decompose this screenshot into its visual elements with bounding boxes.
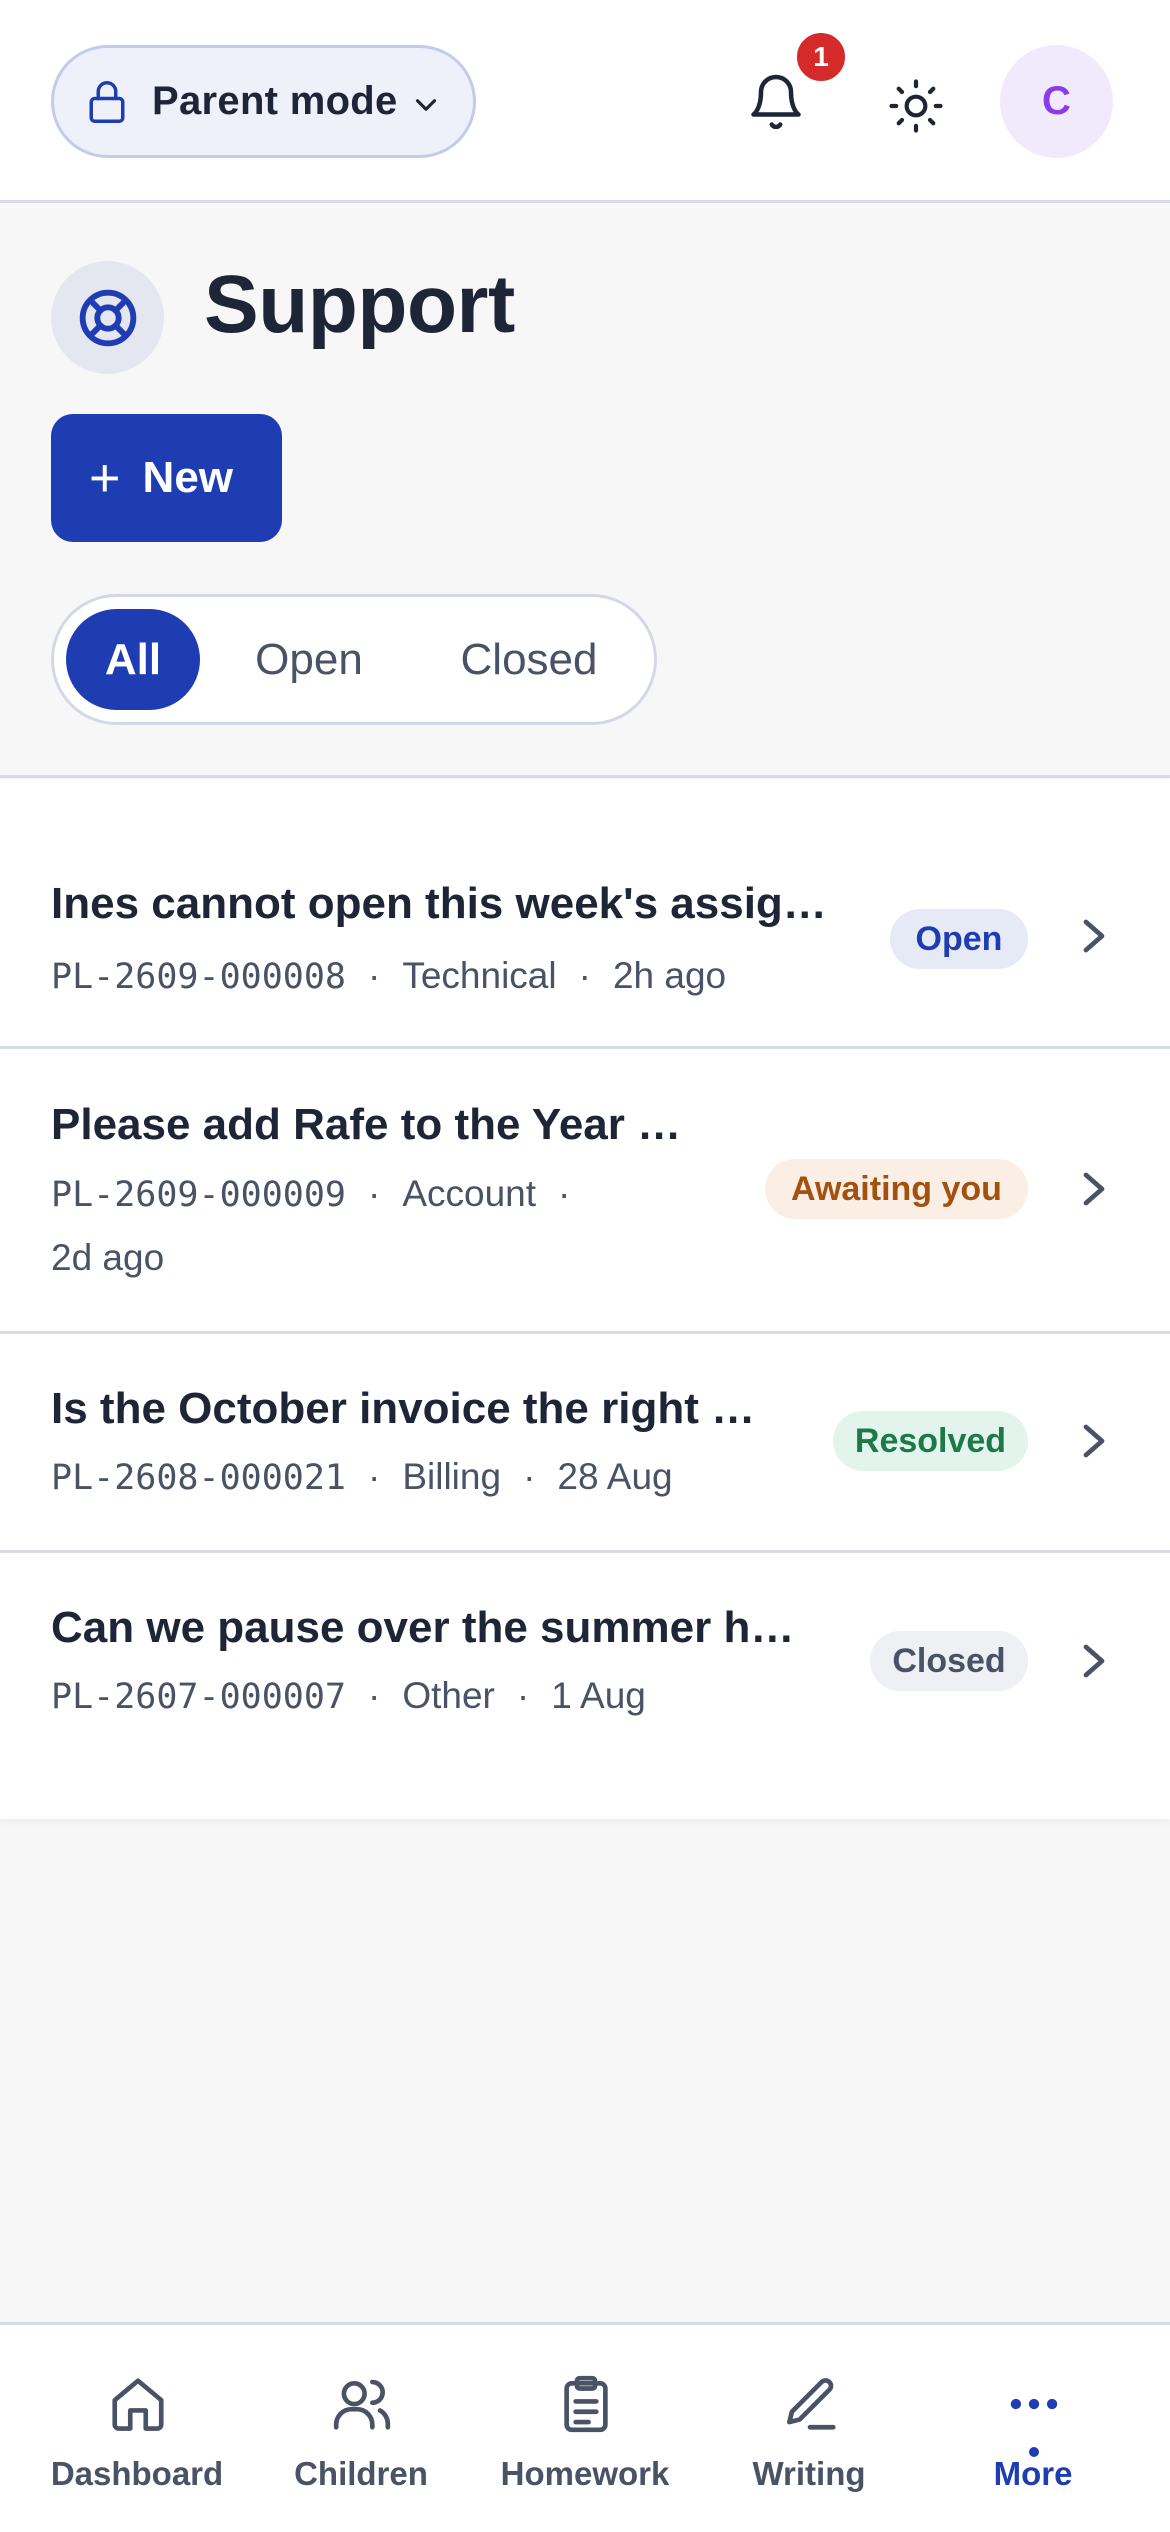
nav-children[interactable]: Children <box>261 2325 461 2532</box>
chevron-right-icon <box>1083 1172 1105 1206</box>
ticket-category: Technical <box>402 955 557 996</box>
home-icon <box>112 2378 164 2431</box>
ticket-title: Can we pause over the summer h… <box>51 1603 795 1652</box>
lock-icon <box>89 80 125 123</box>
ticket-meta: PL-2608-000021 · Billing · 28 Aug <box>51 1456 673 1498</box>
nav-writing-label: Writing <box>752 2455 866 2492</box>
users-icon <box>333 2379 391 2430</box>
nav-homework[interactable]: Homework <box>485 2325 685 2532</box>
ticket-category: Other <box>402 1675 495 1716</box>
ticket-title: Please add Rafe to the Year … <box>51 1100 682 1149</box>
ticket-time: 2h ago <box>612 955 727 996</box>
pen-icon <box>787 2378 836 2430</box>
nav-dashboard[interactable]: Dashboard <box>37 2325 237 2532</box>
nav-more-label: More <box>993 2455 1073 2492</box>
chevron-right-icon <box>1083 919 1105 953</box>
notification-count-badge: 1 <box>794 30 848 84</box>
nav-children-label: Children <box>294 2455 428 2492</box>
status-badge: Awaiting you <box>765 1159 1028 1219</box>
nav-more[interactable]: More <box>933 2325 1133 2532</box>
ticket-code: PL-2608-000021 <box>51 1458 347 1498</box>
ticket-time: 2d ago <box>51 1237 165 1278</box>
ticket-row[interactable]: Is the October invoice the right … PL-26… <box>0 1334 1170 1553</box>
clipboard-icon <box>564 2375 608 2433</box>
sun-icon[interactable] <box>888 78 944 134</box>
status-badge: Open <box>890 909 1028 969</box>
parent-mode-label: Parent mode <box>152 79 398 123</box>
new-ticket-label: New <box>142 453 234 502</box>
ticket-row[interactable]: Ines cannot open this week's assig… PL-2… <box>0 779 1170 1049</box>
status-badge: Resolved <box>833 1411 1028 1471</box>
new-ticket-button[interactable]: + New <box>51 414 282 542</box>
ticket-category: Billing <box>402 1456 502 1497</box>
filter-closed[interactable]: Closed <box>429 609 629 710</box>
status-badge: Closed <box>870 1631 1028 1691</box>
lifebuoy-icon <box>79 289 136 346</box>
nav-homework-label: Homework <box>500 2455 670 2492</box>
status-filter: All Open Closed <box>51 594 657 725</box>
ticket-row[interactable]: Can we pause over the summer h… PL-2607-… <box>0 1553 1170 1819</box>
app-root: Parent mode 1 C Support + New All Open C… <box>0 0 1170 2532</box>
page-title: Support <box>204 259 515 350</box>
ticket-title: Is the October invoice the right … <box>51 1384 756 1433</box>
chevron-down-icon <box>415 99 437 111</box>
ticket-code: PL-2607-000007 <box>51 1677 347 1717</box>
ticket-code: PL-2609-000008 <box>51 957 347 997</box>
page-header: Support + New All Open Closed <box>0 206 1170 778</box>
ticket-title: Ines cannot open this week's assig… <box>51 879 827 928</box>
chevron-right-icon <box>1083 1644 1105 1678</box>
bottom-nav: Dashboard Children Homework Writing More <box>0 2322 1170 2532</box>
ticket-meta: PL-2607-000007 · Other · 1 Aug <box>51 1675 646 1717</box>
ticket-meta: PL-2609-000008 · Technical · 2h ago <box>51 955 727 997</box>
filter-all[interactable]: All <box>66 609 200 710</box>
support-icon-badge <box>51 261 164 374</box>
avatar[interactable]: C <box>1000 45 1113 158</box>
ticket-time: 28 Aug <box>557 1456 673 1497</box>
chevron-right-icon <box>1083 1424 1105 1458</box>
ticket-code: PL-2609-000009 <box>51 1175 347 1215</box>
nav-dashboard-label: Dashboard <box>50 2455 224 2492</box>
ticket-list: Ines cannot open this week's assig… PL-2… <box>0 779 1170 1819</box>
ticket-meta: PL-2609-000009 · Account · <box>51 1173 571 1215</box>
more-icon <box>1010 2398 1058 2410</box>
top-bar: Parent mode 1 C <box>0 0 1170 203</box>
ticket-time: 1 Aug <box>551 1675 646 1716</box>
nav-writing[interactable]: Writing <box>709 2325 909 2532</box>
plus-icon: + <box>89 448 121 508</box>
parent-mode-selector[interactable]: Parent mode <box>51 45 476 158</box>
filter-open[interactable]: Open <box>224 609 394 710</box>
ticket-category: Account <box>402 1173 537 1214</box>
ticket-row[interactable]: Please add Rafe to the Year … PL-2609-00… <box>0 1049 1170 1334</box>
bell-icon[interactable] <box>746 70 806 134</box>
